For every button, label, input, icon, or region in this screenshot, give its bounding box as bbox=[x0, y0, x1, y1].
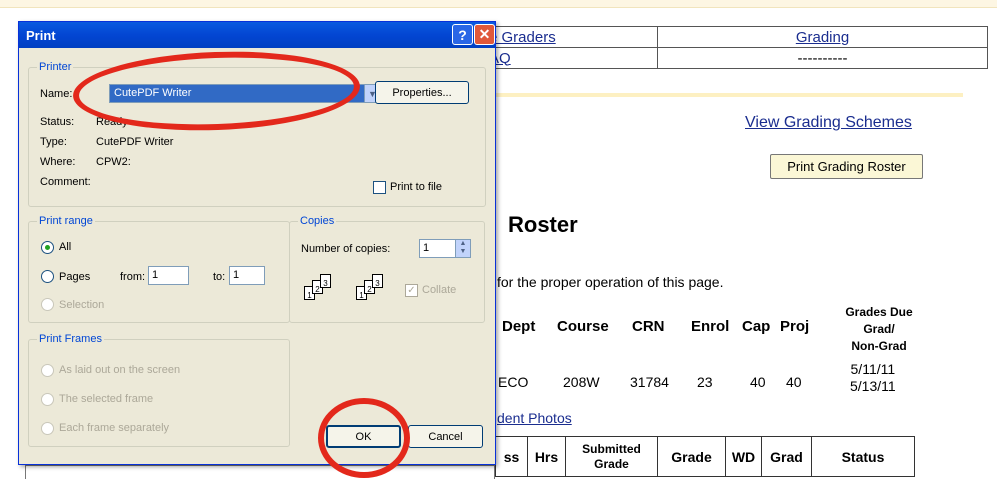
header-grades-due: Grades Due Grad/ Non-Grad bbox=[845, 305, 913, 353]
print-grading-roster-button[interactable]: Print Grading Roster bbox=[770, 154, 923, 179]
cancel-button[interactable]: Cancel bbox=[408, 425, 483, 448]
print-range-label: Print range bbox=[37, 215, 95, 227]
frames-selected-label: The selected frame bbox=[59, 393, 154, 405]
frames-laid-out-label: As laid out on the screen bbox=[59, 364, 181, 376]
frames-selected-radio[interactable] bbox=[41, 393, 54, 406]
cell-crn: 31784 bbox=[630, 374, 669, 390]
to-input[interactable]: 1 bbox=[229, 266, 265, 285]
header-dept: Dept bbox=[502, 318, 536, 335]
yellow-rule bbox=[495, 93, 963, 97]
printer-name-value: CutePDF Writer bbox=[114, 87, 192, 99]
pages-radio[interactable] bbox=[41, 270, 54, 283]
header-course: Course bbox=[557, 318, 609, 335]
header-crn: CRN bbox=[632, 318, 665, 335]
properties-button[interactable]: Properties... bbox=[375, 81, 469, 104]
dialog-titlebar[interactable]: Print ? ✕ bbox=[19, 22, 495, 48]
collate-label: Collate bbox=[422, 284, 457, 296]
number-of-copies-input[interactable]: 1 bbox=[419, 239, 456, 258]
cell-grades-due: 5/11/11 5/13/11 bbox=[850, 361, 896, 394]
status-value: Ready bbox=[96, 116, 128, 128]
type-value: CutePDF Writer bbox=[96, 136, 174, 148]
roster-title: Roster bbox=[508, 212, 578, 237]
nav-placeholder: ---------- bbox=[797, 49, 848, 67]
top-band bbox=[0, 0, 997, 8]
nav-table: e Graders Grading AQ ---------- bbox=[482, 26, 988, 69]
view-grading-schemes-link[interactable]: View Grading Schemes bbox=[745, 114, 912, 132]
sub-header-grade: Grade bbox=[657, 436, 726, 477]
status-label: Status: bbox=[40, 116, 75, 128]
frames-laid-out-radio[interactable] bbox=[41, 364, 54, 377]
print-to-file-checkbox[interactable] bbox=[373, 181, 386, 194]
cell-enrol: 23 bbox=[697, 374, 713, 390]
grading-link[interactable]: Grading bbox=[796, 29, 849, 46]
printer-name-label: Name: bbox=[40, 88, 73, 100]
cell-course: 208W bbox=[563, 374, 600, 390]
print-frames-label: Print Frames bbox=[37, 333, 104, 345]
header-cap: Cap bbox=[742, 318, 771, 335]
from-label: from: bbox=[120, 271, 146, 283]
copies-label: Copies bbox=[298, 215, 337, 227]
sub-header-grad: Grad bbox=[761, 436, 812, 477]
number-of-copies-label: Number of copies: bbox=[301, 243, 391, 255]
pages-label: Pages bbox=[59, 271, 91, 283]
copies-group: Copies bbox=[289, 215, 485, 323]
sub-header-hrs: Hrs bbox=[527, 436, 566, 477]
ok-button[interactable]: OK bbox=[326, 425, 401, 448]
print-to-file-label: Print to file bbox=[390, 181, 442, 193]
cell-proj: 40 bbox=[786, 374, 802, 390]
cell-dept: ECO bbox=[498, 374, 529, 390]
frames-separately-label: Each frame separately bbox=[59, 422, 170, 434]
where-value: CPW2: bbox=[96, 156, 131, 168]
selection-radio[interactable] bbox=[41, 298, 54, 311]
to-label: to: bbox=[213, 271, 226, 283]
where-label: Where: bbox=[40, 156, 76, 168]
cell-cap: 40 bbox=[750, 374, 766, 390]
close-icon[interactable]: ✕ bbox=[474, 24, 495, 45]
copies-spinner-icon[interactable]: ▲ ▼ bbox=[455, 239, 471, 258]
student-photos-link[interactable]: dent Photos bbox=[497, 410, 572, 426]
all-radio[interactable] bbox=[41, 241, 54, 254]
sub-header-class: ss bbox=[495, 436, 528, 477]
from-input[interactable]: 1 bbox=[148, 266, 189, 285]
collate-checkbox[interactable]: ✓ bbox=[405, 284, 418, 297]
print-dialog: Print ? ✕ Printer Name: CutePDF Writer ▼… bbox=[18, 21, 496, 465]
roster-sub-table: ss Hrs Submitted Grade Grade WD Grad Sta… bbox=[495, 436, 915, 477]
dialog-title: Print bbox=[26, 27, 56, 43]
sub-header-wd: WD bbox=[725, 436, 762, 477]
frames-separately-radio[interactable] bbox=[41, 422, 54, 435]
header-enrol: Enrol bbox=[691, 318, 730, 335]
help-icon[interactable]: ? bbox=[452, 24, 473, 45]
all-label: All bbox=[59, 241, 72, 253]
header-proj: Proj bbox=[780, 318, 810, 335]
printer-group-label: Printer bbox=[37, 61, 74, 73]
graders-link[interactable]: e Graders bbox=[489, 29, 556, 46]
printer-name-select[interactable]: CutePDF Writer ▼ bbox=[109, 84, 381, 103]
proper-operation-text: for the proper operation of this page. bbox=[497, 274, 724, 290]
selection-label: Selection bbox=[59, 299, 105, 311]
sub-header-status: Status bbox=[811, 436, 915, 477]
comment-label: Comment: bbox=[40, 176, 91, 188]
type-label: Type: bbox=[40, 136, 67, 148]
sub-header-submitted-grade: Submitted Grade bbox=[565, 436, 658, 477]
